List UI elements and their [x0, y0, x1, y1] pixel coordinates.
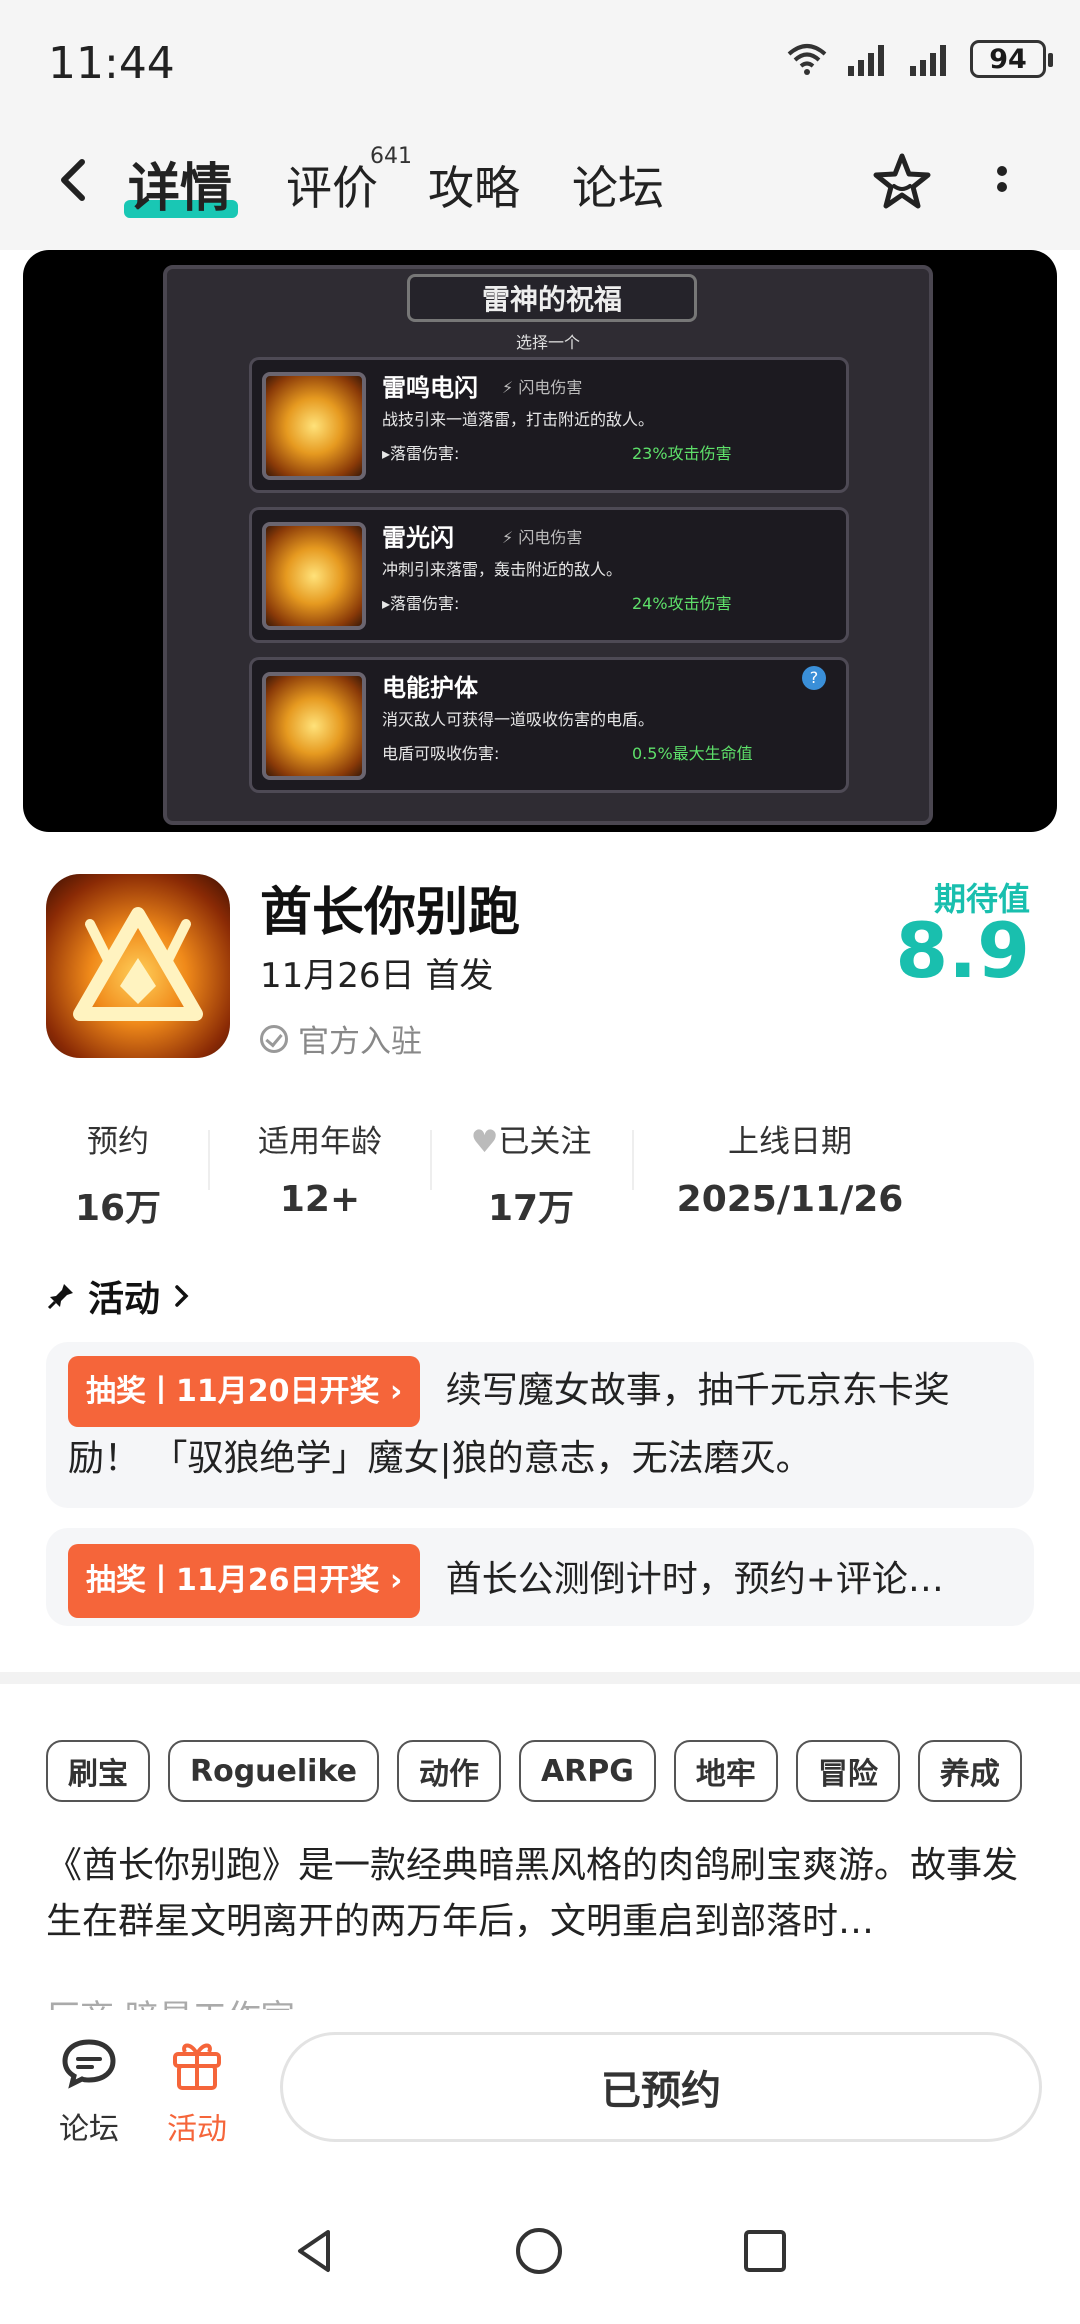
- nav-recents-icon[interactable]: [740, 2226, 790, 2276]
- favorite-button[interactable]: [870, 150, 934, 214]
- reserve-button[interactable]: 已预约: [280, 2032, 1042, 2142]
- skill-desc: 消灭敌人可获得一道吸收伤害的电盾。: [382, 710, 655, 729]
- wifi-icon: [787, 44, 827, 75]
- tag-chip[interactable]: ARPG: [518, 1740, 656, 1802]
- system-nav-bar: [0, 2210, 1080, 2324]
- lightning-flash-icon: [262, 522, 366, 630]
- skill-type: ⚡ 闪电伤害: [502, 528, 583, 547]
- lottery-badge: 抽奖丨11月26日开奖 ›: [68, 1544, 421, 1618]
- official-label: 官方入驻: [298, 1024, 422, 1060]
- panel-subtitle: 选择一个: [515, 333, 580, 352]
- skill-desc: 冲刺引来落雷，轰击附近的敌人。: [382, 560, 623, 579]
- stat-label: 上线日期: [728, 1124, 852, 1160]
- app-title: 酋长你别跑: [260, 883, 521, 943]
- skill-stat-label: ▸落雷伤害:: [382, 444, 460, 463]
- tag-chip[interactable]: 地牢: [673, 1740, 778, 1802]
- pin-icon: [47, 1284, 73, 1310]
- game-screenshot-banner[interactable]: 雷神的祝福 选择一个 雷鸣电闪 ⚡ 闪电伤害 战技引来一道落雷，打击附近的敌人。…: [23, 250, 1057, 832]
- stat-value: 12+: [279, 1179, 361, 1220]
- back-arrow-icon: [61, 159, 85, 201]
- more-options-button[interactable]: [990, 160, 1014, 210]
- reviews-count-badge: 641: [370, 144, 412, 169]
- status-icons: 94: [786, 40, 1053, 78]
- nav-home-icon[interactable]: [514, 2226, 564, 2276]
- forum-button[interactable]: 论坛: [44, 2036, 134, 2148]
- chat-bubble-icon: [62, 2039, 116, 2089]
- star-icon: [873, 153, 931, 209]
- game-description[interactable]: 《酋长你别跑》是一款经典暗黑风格的肉鸽刷宝爽游。故事发生在群星文明离开的两万年后…: [46, 1838, 1036, 1950]
- activity-content: 抽奖丨11月20日开奖 › 续写魔女故事，抽千元京东卡奖励！ 「驭狼绝学」魔女|…: [68, 1356, 1012, 1490]
- stat-label: 适用年龄: [258, 1124, 382, 1160]
- skill-name: 电能护体: [382, 674, 478, 702]
- skill-name: 雷光闪: [382, 524, 454, 552]
- tab-forum[interactable]: 论坛: [572, 152, 664, 218]
- activities-header[interactable]: 活动: [46, 1270, 192, 1322]
- activity-item[interactable]: 抽奖丨11月26日开奖 › 酋长公测倒计时，预约+评论…: [46, 1528, 1034, 1626]
- divider: [632, 1130, 634, 1190]
- skill-stat-value: 24%攻击伤害: [632, 594, 732, 613]
- stat-label: ♥已关注: [470, 1124, 592, 1160]
- tag-chip[interactable]: 冒险: [795, 1740, 900, 1802]
- tag-chip[interactable]: Roguelike: [168, 1740, 379, 1802]
- nav-back-icon[interactable]: [290, 2226, 340, 2276]
- app-logo-icon: [73, 907, 203, 1021]
- status-time: 11:44: [48, 38, 175, 89]
- stat-value: 17万: [487, 1188, 575, 1229]
- skill-name: 雷鸣电闪: [382, 374, 478, 402]
- developer-info: 厂商 暗星工作室: [46, 1990, 295, 2012]
- official-badge: 官方入驻: [260, 1016, 422, 1061]
- activities-heading: 活动: [88, 1279, 161, 1320]
- skill-card: 电能护体 ? 消灭敌人可获得一道吸收伤害的电盾。 电盾可吸收伤害: 0.5%最大…: [249, 657, 849, 793]
- heart-icon: ♥: [470, 1124, 499, 1160]
- help-icon: ?: [802, 666, 826, 690]
- activity-button[interactable]: 活动: [152, 2036, 242, 2148]
- check-circle-icon: [260, 1024, 288, 1053]
- stat-launch-date: 上线日期 2025/11/26: [660, 1116, 920, 1220]
- tag-chip[interactable]: 养成: [917, 1740, 1022, 1802]
- stat-value: 16万: [74, 1188, 162, 1229]
- skill-stat-label: 电盾可吸收伤害:: [382, 744, 500, 763]
- activity-item[interactable]: 抽奖丨11月20日开奖 › 续写魔女故事，抽千元京东卡奖励！ 「驭狼绝学」魔女|…: [46, 1342, 1034, 1508]
- gift-icon: [173, 2043, 221, 2090]
- stat-followers[interactable]: ♥已关注 17万: [446, 1116, 616, 1231]
- tag-chip[interactable]: 刷宝: [46, 1740, 150, 1802]
- stat-label: 预约: [87, 1124, 149, 1160]
- divider: [208, 1130, 210, 1190]
- activity-text: 酋长公测倒计时，预约+评论…: [445, 1559, 944, 1600]
- skill-stat-value: 23%攻击伤害: [632, 444, 732, 463]
- chevron-right-icon: [175, 1285, 189, 1307]
- section-separator: [0, 1672, 1080, 1684]
- skill-select-panel: 雷神的祝福 选择一个 雷鸣电闪 ⚡ 闪电伤害 战技引来一道落雷，打击附近的敌人。…: [163, 265, 933, 825]
- skill-stat-label: ▸落雷伤害:: [382, 594, 460, 613]
- stat-reservations: 预约 16万: [58, 1116, 178, 1231]
- tab-details[interactable]: 详情: [128, 146, 232, 221]
- tag-chip[interactable]: 动作: [396, 1740, 501, 1802]
- app-icon: [46, 874, 230, 1058]
- skill-type: ⚡ 闪电伤害: [502, 378, 583, 397]
- lottery-badge: 抽奖丨11月20日开奖 ›: [68, 1356, 421, 1427]
- activity-content: 抽奖丨11月26日开奖 › 酋长公测倒计时，预约+评论…: [68, 1544, 1012, 1618]
- signal-icon-2: [910, 45, 946, 76]
- back-button[interactable]: [52, 150, 92, 210]
- tag-list: 刷宝 Roguelike 动作 ARPG 地牢 冒险 养成: [46, 1740, 1022, 1802]
- activity-label: 活动: [167, 2112, 227, 2147]
- battery-indicator: 94: [970, 40, 1053, 78]
- divider: [430, 1130, 432, 1190]
- stat-age-rating: 适用年龄 12+: [236, 1116, 404, 1220]
- tab-reviews[interactable]: 评价: [286, 152, 378, 218]
- skill-card: 雷鸣电闪 ⚡ 闪电伤害 战技引来一道落雷，打击附近的敌人。 ▸落雷伤害: 23%…: [249, 357, 849, 493]
- shield-icon: [262, 672, 366, 780]
- signal-icon: [848, 45, 884, 76]
- panel-title: 雷神的祝福: [407, 274, 697, 322]
- stat-value: 2025/11/26: [676, 1179, 904, 1220]
- lightning-strike-icon: [262, 372, 366, 480]
- tab-guides[interactable]: 攻略: [428, 152, 520, 218]
- release-date: 11月26日 首发: [260, 956, 494, 996]
- forum-label: 论坛: [59, 2112, 119, 2147]
- skill-card: 雷光闪 ⚡ 闪电伤害 冲刺引来落雷，轰击附近的敌人。 ▸落雷伤害: 24%攻击伤…: [249, 507, 849, 643]
- skill-desc: 战技引来一道落雷，打击附近的敌人。: [382, 410, 655, 429]
- skill-stat-value: 0.5%最大生命值: [632, 744, 753, 763]
- expectation-score: 8.9: [895, 906, 1030, 995]
